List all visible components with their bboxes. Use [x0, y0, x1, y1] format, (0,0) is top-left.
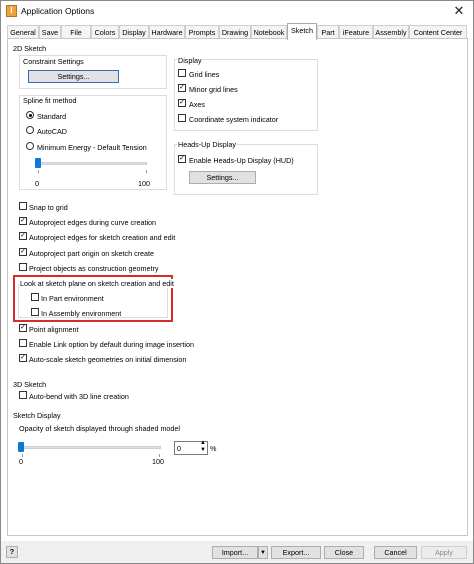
title-bar: I Application Options ✕ — [1, 1, 473, 21]
axes-label: Axes — [189, 100, 205, 109]
project-construction-label: Project objects as construction geometry — [29, 264, 159, 273]
opacity-unit-label: % — [210, 444, 217, 453]
opacity-label: Opacity of sketch displayed through shad… — [19, 424, 181, 433]
radio-autocad[interactable] — [26, 126, 34, 134]
app-icon: I — [6, 5, 17, 17]
opacity-spin-value: 0 — [177, 444, 181, 453]
opacity-min-label: 0 — [19, 457, 23, 466]
check-icon: ✓ — [20, 248, 26, 255]
window-title: Application Options — [21, 6, 95, 16]
constraint-settings-button[interactable]: Settings... — [28, 70, 119, 83]
constraint-settings-title: Constraint Settings — [23, 57, 84, 66]
check-icon: ✓ — [20, 354, 26, 361]
tab-hardware[interactable]: Hardware — [149, 25, 185, 39]
close-button[interactable]: Close — [324, 546, 364, 559]
section-2d-sketch-heading: 2D Sketch — [13, 44, 47, 53]
opacity-slider-track[interactable] — [19, 446, 161, 449]
tension-slider-thumb[interactable] — [35, 158, 41, 168]
look-at-sketch-title: Look at sketch plane on sketch creation … — [19, 279, 175, 288]
tab-part[interactable]: Part — [317, 25, 339, 39]
coordinate-system-label: Coordinate system indicator — [189, 115, 279, 124]
close-icon[interactable]: ✕ — [445, 1, 473, 21]
enable-hud-checkbox[interactable]: ✓ — [178, 155, 186, 163]
enable-link-checkbox[interactable] — [19, 339, 27, 347]
heads-up-display-group — [174, 144, 318, 195]
opacity-slider-thumb[interactable] — [18, 442, 24, 452]
hud-settings-button[interactable]: Settings... — [189, 171, 256, 184]
coordinate-system-checkbox[interactable] — [178, 114, 186, 122]
tension-min-label: 0 — [35, 179, 39, 188]
grid-lines-label: Grid lines — [189, 70, 220, 79]
apply-button[interactable]: Apply — [421, 546, 467, 559]
autoproject-curve-label: Autoproject edges during curve creation — [29, 218, 157, 227]
tension-slider-track[interactable] — [35, 162, 147, 165]
dropdown-arrow-icon[interactable]: ▼ — [258, 546, 268, 559]
look-at-part-checkbox[interactable] — [31, 293, 39, 301]
check-icon: ✓ — [20, 217, 26, 224]
tension-max-label: 100 — [138, 179, 150, 188]
tab-general[interactable]: General — [7, 25, 39, 39]
grid-lines-checkbox[interactable] — [178, 69, 186, 77]
tab-drawing[interactable]: Drawing — [219, 25, 251, 39]
auto-bend-label: Auto-bend with 3D line creation — [29, 392, 129, 401]
autoproject-origin-checkbox[interactable]: ✓ — [19, 248, 27, 256]
radio-minimum-energy-label: Minimum Energy - Default Tension — [37, 143, 147, 152]
radio-minimum-energy[interactable] — [26, 142, 34, 150]
tab-colors[interactable]: Colors — [91, 25, 119, 39]
display-group-title: Display — [177, 56, 203, 65]
tab-display[interactable]: Display — [119, 25, 149, 39]
auto-bend-checkbox[interactable] — [19, 391, 27, 399]
cancel-button[interactable]: Cancel — [374, 546, 417, 559]
look-at-part-label: In Part environment — [41, 294, 104, 303]
opacity-max-label: 100 — [152, 457, 164, 466]
tab-prompts[interactable]: Prompts — [185, 25, 219, 39]
auto-scale-checkbox[interactable]: ✓ — [19, 354, 27, 362]
point-alignment-checkbox[interactable]: ✓ — [19, 324, 27, 332]
look-at-assembly-label: In Assembly environment — [41, 309, 122, 318]
auto-scale-label: Auto-scale sketch geometries on initial … — [29, 355, 187, 364]
tab-file[interactable]: File — [61, 25, 91, 39]
heads-up-display-title: Heads-Up Display — [177, 140, 237, 149]
export-button[interactable]: Export... — [271, 546, 321, 559]
check-icon: ✓ — [20, 232, 26, 239]
tab-notebook[interactable]: Notebook — [251, 25, 287, 39]
check-icon: ✓ — [20, 324, 26, 331]
tab-strip: General Save File Colors Display Hardwar… — [7, 23, 467, 40]
spin-up-icon[interactable]: ▲ — [200, 440, 206, 447]
autoproject-sketch-edit-checkbox[interactable]: ✓ — [19, 232, 27, 240]
section-sketch-display-heading: Sketch Display — [13, 411, 61, 420]
minor-grid-lines-label: Minor grid lines — [189, 85, 238, 94]
autoproject-origin-label: Autoproject part origin on sketch create — [29, 249, 155, 258]
tab-sketch[interactable]: Sketch — [287, 23, 317, 40]
look-at-assembly-checkbox[interactable] — [31, 308, 39, 316]
spline-fit-title: Spline fit method — [23, 96, 77, 105]
application-options-window: I Application Options ✕ General Save Fil… — [0, 0, 474, 564]
enable-hud-label: Enable Heads-Up Display (HUD) — [189, 156, 294, 165]
check-icon: ✓ — [179, 84, 185, 91]
project-construction-checkbox[interactable] — [19, 263, 27, 271]
tab-ifeature[interactable]: iFeature — [339, 25, 373, 39]
tab-save[interactable]: Save — [39, 25, 61, 39]
help-icon[interactable]: ? — [6, 546, 18, 558]
radio-standard[interactable] — [26, 111, 34, 119]
section-3d-sketch-heading: 3D Sketch — [13, 380, 47, 389]
enable-link-label: Enable Link option by default during ima… — [29, 340, 195, 349]
autoproject-curve-checkbox[interactable]: ✓ — [19, 217, 27, 225]
tab-content-center[interactable]: Content Center — [409, 25, 467, 39]
minor-grid-lines-checkbox[interactable]: ✓ — [178, 84, 186, 92]
spin-down-icon[interactable]: ▼ — [200, 447, 206, 454]
check-icon: ✓ — [179, 99, 185, 106]
import-button[interactable]: Import... — [212, 546, 258, 559]
snap-to-grid-checkbox[interactable] — [19, 202, 27, 210]
axes-checkbox[interactable]: ✓ — [178, 99, 186, 107]
radio-standard-label: Standard — [37, 112, 67, 121]
autoproject-sketch-edit-label: Autoproject edges for sketch creation an… — [29, 233, 176, 242]
check-icon: ✓ — [179, 155, 185, 162]
point-alignment-label: Point alignment — [29, 325, 79, 334]
snap-to-grid-label: Snap to grid — [29, 203, 68, 212]
slider-tick — [146, 170, 147, 173]
slider-tick — [38, 170, 39, 173]
tab-assembly[interactable]: Assembly — [373, 25, 409, 39]
radio-autocad-label: AutoCAD — [37, 127, 67, 136]
